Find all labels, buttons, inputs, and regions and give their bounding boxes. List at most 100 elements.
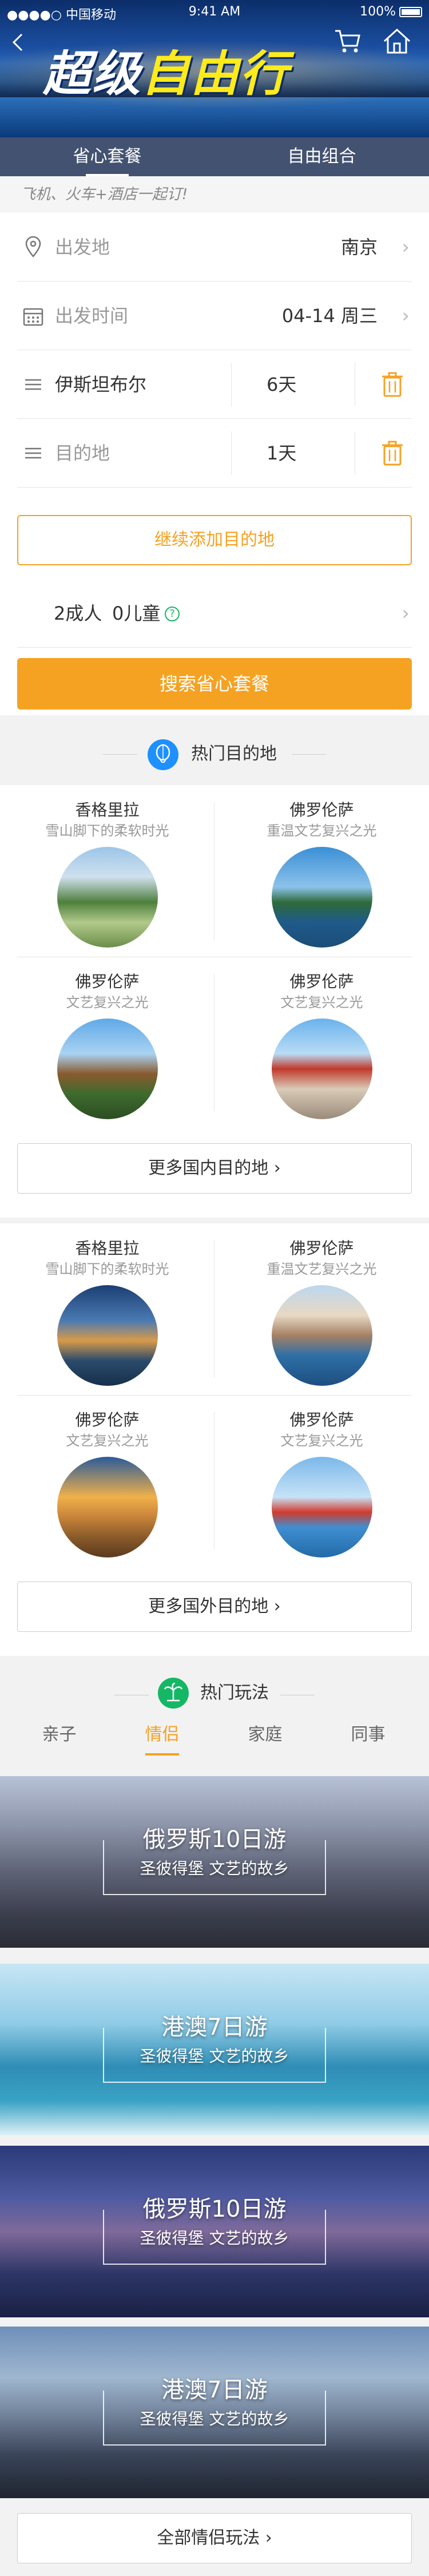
destination-name: 佛罗伦萨 xyxy=(289,1239,354,1258)
chevron-left-icon[interactable] xyxy=(10,32,24,53)
destination-desc: 雪山脚下的柔软时光 xyxy=(45,823,169,839)
calendar-icon xyxy=(23,308,43,326)
trash-icon[interactable] xyxy=(381,439,404,467)
hot-destinations-header: 热门目的地 xyxy=(0,721,429,784)
destination-card[interactable]: 佛罗伦萨 重温文艺复兴之光 xyxy=(214,785,429,957)
play-card-title: 港澳7日游 xyxy=(161,2377,268,2403)
destination-card[interactable]: 佛罗伦萨 文艺复兴之光 xyxy=(214,1395,429,1567)
departure-label: 出发地 xyxy=(55,236,110,258)
battery-icon xyxy=(399,7,422,17)
destination-photo xyxy=(57,1285,158,1386)
all-couples-play-button[interactable]: 全部情侣玩法 › xyxy=(17,2513,412,2563)
tab-family-kids[interactable]: 亲子 xyxy=(6,1718,113,1755)
destination-name: 佛罗伦萨 xyxy=(289,972,354,991)
destination-card[interactable]: 香格里拉 雪山脚下的柔软时光 xyxy=(0,1223,214,1395)
tab-free-combo[interactable]: 自由组合 xyxy=(214,137,429,176)
play-card-subtitle: 圣彼得堡 文艺的故乡 xyxy=(140,2047,289,2066)
departure-row[interactable]: 出发地 南京 › xyxy=(17,213,412,282)
destination-card[interactable]: 佛罗伦萨 重温文艺复兴之光 xyxy=(214,1223,429,1395)
travelers-row[interactable]: 2成人 0儿童 ? › xyxy=(17,579,412,648)
destination-card[interactable]: 佛罗伦萨 文艺复兴之光 xyxy=(0,957,214,1128)
hero-title: 超级自由行 xyxy=(43,46,289,102)
cart-icon[interactable] xyxy=(334,29,362,55)
hot-play-header: 热门玩法 xyxy=(0,1662,429,1719)
play-card-title: 俄罗斯10日游 xyxy=(142,2196,287,2222)
destination-photo xyxy=(272,1285,372,1386)
destination-name: 佛罗伦萨 xyxy=(75,1410,140,1429)
drag-handle-icon[interactable] xyxy=(22,442,45,465)
chevron-right-icon: › xyxy=(402,236,410,259)
destination-name[interactable]: 目的地 xyxy=(55,419,110,488)
date-label: 出发时间 xyxy=(55,305,129,327)
search-form: 出发地 南京 › 出发时间 04-14 周三 › 伊斯坦布尔 6天 目的地 1天… xyxy=(0,213,429,715)
children-count: 0儿童 xyxy=(112,603,161,624)
destination-row[interactable]: 伊斯坦布尔 6天 xyxy=(17,350,412,419)
destination-photo xyxy=(272,1457,372,1558)
package-tabs: 省心套餐 自由组合 xyxy=(0,137,429,176)
destination-photo xyxy=(57,847,158,948)
battery-status: 100% xyxy=(360,5,422,19)
play-card-title: 俄罗斯10日游 xyxy=(142,1826,287,1853)
destination-name: 佛罗伦萨 xyxy=(289,800,354,819)
play-card-subtitle: 圣彼得堡 文艺的故乡 xyxy=(140,2229,289,2248)
destination-desc: 文艺复兴之光 xyxy=(280,994,363,1010)
date-row[interactable]: 出发时间 04-14 周三 › xyxy=(17,282,412,350)
play-card-title: 港澳7日游 xyxy=(161,2014,268,2040)
date-value: 04-14 周三 xyxy=(281,305,378,327)
destination-card[interactable]: 佛罗伦萨 文艺复兴之光 xyxy=(0,1395,214,1567)
subtitle: 飞机、火车+酒店一起订! xyxy=(0,176,429,213)
tab-family[interactable]: 家庭 xyxy=(212,1718,319,1755)
domestic-destinations: 香格里拉 雪山脚下的柔软时光 佛罗伦萨 重温文艺复兴之光 佛罗伦萨 文艺复兴之光… xyxy=(0,785,429,1218)
destination-name: 香格里拉 xyxy=(75,800,140,819)
destination-card[interactable]: 佛罗伦萨 文艺复兴之光 xyxy=(214,957,429,1128)
chevron-right-icon: › xyxy=(273,1158,281,1178)
palm-tree-icon xyxy=(158,1678,189,1709)
destination-desc: 文艺复兴之光 xyxy=(66,1433,149,1449)
destination-photo xyxy=(57,1018,158,1119)
search-package-button[interactable]: 搜索省心套餐 xyxy=(17,658,412,710)
play-category-tabs: 亲子 情侣 家庭 同事 xyxy=(0,1718,429,1755)
destination-row[interactable]: 目的地 1天 xyxy=(17,419,412,488)
destination-name: 佛罗伦萨 xyxy=(75,972,140,991)
destination-card[interactable]: 香格里拉 雪山脚下的柔软时光 xyxy=(0,785,214,957)
chevron-right-icon: › xyxy=(265,2528,272,2548)
play-card-subtitle: 圣彼得堡 文艺的故乡 xyxy=(140,2409,289,2428)
hot-destinations-title: 热门目的地 xyxy=(191,744,277,764)
destination-photo xyxy=(57,1457,158,1558)
help-icon[interactable]: ? xyxy=(165,607,180,621)
destination-name: 佛罗伦萨 xyxy=(289,1410,354,1429)
play-card[interactable]: 俄罗斯10日游 圣彼得堡 文艺的故乡 xyxy=(0,1776,429,1948)
tab-easy-package[interactable]: 省心套餐 xyxy=(0,137,214,176)
tab-colleagues[interactable]: 同事 xyxy=(315,1718,422,1755)
hot-play-title: 热门玩法 xyxy=(200,1683,269,1703)
location-icon xyxy=(25,236,41,257)
adults-count: 2成人 xyxy=(54,603,102,624)
play-card[interactable]: 港澳7日游 圣彼得堡 文艺的故乡 xyxy=(0,2327,429,2498)
more-domestic-button[interactable]: 更多国内目的地 › xyxy=(17,1143,412,1194)
drag-handle-icon[interactable] xyxy=(22,373,45,396)
destination-desc: 雪山脚下的柔软时光 xyxy=(45,1261,169,1277)
tab-couples[interactable]: 情侣 xyxy=(109,1718,216,1755)
chevron-right-icon: › xyxy=(273,1596,281,1616)
international-destinations: 香格里拉 雪山脚下的柔软时光 佛罗伦萨 重温文艺复兴之光 佛罗伦萨 文艺复兴之光… xyxy=(0,1223,429,1656)
home-icon[interactable] xyxy=(382,27,412,55)
status-bar: ●●●●○ 中国移动 9:41 AM 100% xyxy=(0,0,429,23)
play-card[interactable]: 俄罗斯10日游 圣彼得堡 文艺的故乡 xyxy=(0,2146,429,2317)
destination-days[interactable]: 1天 xyxy=(267,419,296,488)
destination-photo xyxy=(272,1018,372,1119)
destination-desc: 文艺复兴之光 xyxy=(280,1433,363,1449)
destination-days[interactable]: 6天 xyxy=(267,350,296,419)
destination-name: 香格里拉 xyxy=(75,1239,140,1258)
destination-name[interactable]: 伊斯坦布尔 xyxy=(55,350,146,419)
chevron-right-icon: › xyxy=(402,304,410,327)
balloon-icon xyxy=(148,739,178,770)
destination-desc: 文艺复兴之光 xyxy=(66,994,149,1010)
play-card[interactable]: 港澳7日游 圣彼得堡 文艺的故乡 xyxy=(0,1964,429,2135)
trash-icon[interactable] xyxy=(381,371,404,398)
more-international-button[interactable]: 更多国外目的地 › xyxy=(17,1582,412,1632)
add-destination-button[interactable]: 继续添加目的地 xyxy=(17,515,412,565)
destination-desc: 重温文艺复兴之光 xyxy=(267,823,377,839)
play-card-subtitle: 圣彼得堡 文艺的故乡 xyxy=(140,1859,289,1878)
departure-value: 南京 xyxy=(340,236,378,258)
destination-photo xyxy=(272,847,372,948)
